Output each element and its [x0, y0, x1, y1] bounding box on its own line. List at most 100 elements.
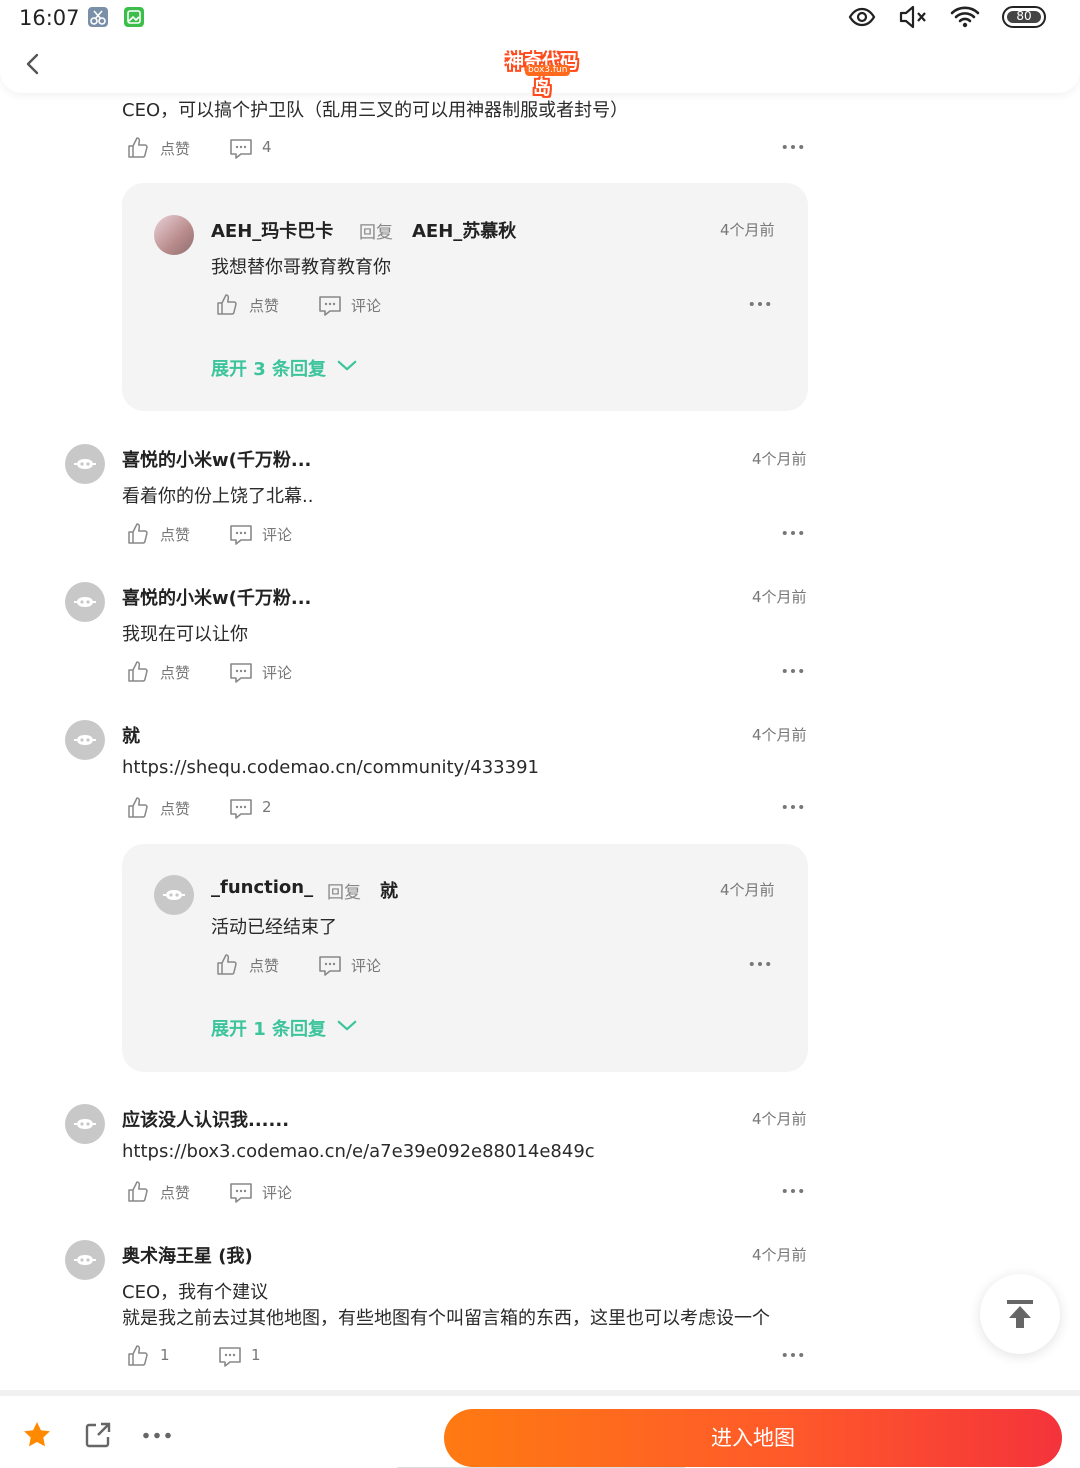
- more-icon[interactable]: [782, 804, 804, 810]
- like-icon[interactable]: [126, 1180, 150, 1204]
- comment-icon[interactable]: [218, 1345, 242, 1369]
- more-icon[interactable]: [782, 530, 804, 536]
- mascot-icon: [73, 595, 97, 609]
- eye-icon: [848, 7, 876, 27]
- back-to-top-button[interactable]: [980, 1274, 1060, 1354]
- avatar[interactable]: [154, 875, 194, 915]
- comment-icon[interactable]: [229, 661, 253, 685]
- comment-text: 我现在可以让你: [122, 624, 248, 645]
- mascot-icon: [73, 733, 97, 747]
- more-icon[interactable]: [749, 301, 771, 307]
- avatar[interactable]: [154, 215, 194, 255]
- wifi-icon: [950, 6, 980, 28]
- more-icon[interactable]: [782, 1188, 804, 1194]
- mascot-icon: [73, 1117, 97, 1131]
- expand-replies-link[interactable]: 展开 1 条回复: [211, 1015, 326, 1041]
- comment-time: 4个月前: [752, 450, 807, 468]
- comment-count[interactable]: 1: [251, 1346, 261, 1364]
- avatar[interactable]: [65, 444, 105, 484]
- like-label[interactable]: 点赞: [160, 524, 190, 545]
- comment-author[interactable]: 就: [122, 722, 140, 748]
- more-icon[interactable]: [782, 1352, 804, 1358]
- comment-time: 4个月前: [752, 588, 807, 606]
- comment-link[interactable]: https://box3.codemao.cn/e/a7e39e092e8801…: [122, 1141, 595, 1162]
- comment-time: 4个月前: [752, 1246, 807, 1264]
- like-icon[interactable]: [126, 522, 150, 546]
- reply-word: 回复: [359, 223, 393, 243]
- back-arrow-icon[interactable]: [20, 48, 46, 80]
- like-icon[interactable]: [126, 796, 150, 820]
- reply-text: 我想替你哥教育教育你: [211, 257, 391, 278]
- like-icon[interactable]: [126, 660, 150, 684]
- comment-author[interactable]: 喜悦的小米w(千万粉...: [122, 446, 311, 472]
- comment-label[interactable]: 评论: [262, 1182, 292, 1203]
- comment-time: 4个月前: [752, 726, 807, 744]
- more-icon[interactable]: [749, 961, 771, 967]
- avatar[interactable]: [65, 1104, 105, 1144]
- reply-target[interactable]: AEH_苏慕秋: [412, 217, 516, 243]
- like-label[interactable]: 点赞: [160, 798, 190, 819]
- chevron-down-icon[interactable]: [336, 1019, 358, 1032]
- share-icon[interactable]: [84, 1421, 112, 1449]
- comment-author[interactable]: 奥术海王星 (我): [122, 1242, 253, 1268]
- comment-label[interactable]: 评论: [351, 295, 381, 316]
- comment-count[interactable]: 4: [262, 138, 272, 156]
- battery-level: 80: [1007, 10, 1041, 23]
- like-icon[interactable]: [126, 136, 150, 160]
- comment-icon[interactable]: [229, 797, 253, 821]
- reply-text: 活动已经结束了: [211, 917, 337, 938]
- star-icon[interactable]: [22, 1420, 52, 1450]
- comment-icon[interactable]: [229, 137, 253, 161]
- like-label[interactable]: 点赞: [160, 1182, 190, 1203]
- like-label[interactable]: 点赞: [249, 955, 279, 976]
- status-bar: 16:07 80: [0, 0, 1080, 36]
- comment-icon[interactable]: [229, 1181, 253, 1205]
- expand-replies-link[interactable]: 展开 3 条回复: [211, 355, 326, 381]
- comment-label[interactable]: 评论: [262, 662, 292, 683]
- comment-author[interactable]: 喜悦的小米w(千万粉...: [122, 584, 311, 610]
- scissors-app-icon: [88, 7, 108, 27]
- reply-author[interactable]: AEH_玛卡巴卡: [211, 217, 333, 243]
- reply-author[interactable]: _function_: [211, 877, 313, 898]
- reply-time: 4个月前: [720, 221, 775, 239]
- comment-link[interactable]: https://shequ.codemao.cn/community/43339…: [122, 757, 539, 778]
- like-label[interactable]: 点赞: [249, 295, 279, 316]
- arrow-to-top-icon: [1007, 1300, 1033, 1328]
- comment-author[interactable]: 应该没人认识我......: [122, 1106, 289, 1132]
- reply-target[interactable]: 就: [380, 877, 398, 903]
- reply-word: 回复: [327, 883, 361, 903]
- like-icon[interactable]: [215, 293, 239, 317]
- comment-icon[interactable]: [318, 294, 342, 318]
- mute-icon: [899, 5, 926, 29]
- status-time: 16:07: [19, 6, 80, 30]
- like-label[interactable]: 点赞: [160, 662, 190, 683]
- avatar[interactable]: [65, 1240, 105, 1280]
- avatar[interactable]: [65, 720, 105, 760]
- comment-text: 就是我之前去过其他地图，有些地图有个叫留言箱的东西，这里也可以考虑设一个: [122, 1308, 770, 1329]
- like-count[interactable]: 1: [160, 1346, 170, 1364]
- comment-text: 看着你的份上饶了北幕..: [122, 486, 314, 507]
- comment-icon[interactable]: [318, 954, 342, 978]
- comment-list: CEO，可以搞个护卫队（乱用三叉的可以用神器制服或者封号） 点赞 4 AEH_玛…: [0, 0, 1080, 1390]
- logo-subtext: box3.fun: [525, 65, 571, 76]
- like-icon[interactable]: [126, 1344, 150, 1368]
- mascot-icon: [73, 1253, 97, 1267]
- comment-label[interactable]: 评论: [262, 524, 292, 545]
- comment-icon[interactable]: [229, 523, 253, 547]
- gallery-app-icon: [124, 7, 144, 27]
- avatar[interactable]: [65, 582, 105, 622]
- mascot-icon: [73, 457, 97, 471]
- more-options-icon[interactable]: [142, 1432, 172, 1439]
- comment-count[interactable]: 2: [262, 798, 272, 816]
- enter-map-button[interactable]: 进入地图: [444, 1409, 1062, 1467]
- more-icon[interactable]: [782, 668, 804, 674]
- chevron-down-icon[interactable]: [336, 359, 358, 372]
- mascot-icon: [162, 888, 186, 902]
- comment-time: 4个月前: [752, 1110, 807, 1128]
- like-icon[interactable]: [215, 953, 239, 977]
- app-logo: 神奇代码岛 box3.fun: [499, 48, 585, 99]
- more-icon[interactable]: [782, 144, 804, 150]
- battery-icon: 80: [1002, 6, 1046, 28]
- like-label[interactable]: 点赞: [160, 138, 190, 159]
- comment-label[interactable]: 评论: [351, 955, 381, 976]
